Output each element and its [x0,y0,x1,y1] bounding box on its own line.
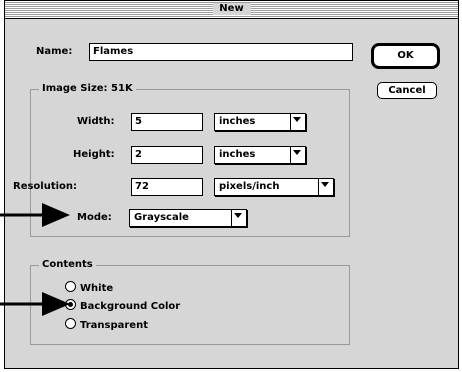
ok-button[interactable]: OK [371,43,440,69]
name-field[interactable]: Flames [89,43,353,61]
mode-callout-arrow-icon [0,203,70,227]
height-label: Height: [73,149,115,160]
chevron-down-icon [293,117,301,122]
resolution-label: Resolution: [13,181,78,192]
resolution-unit-select[interactable]: pixels/inch [214,178,334,196]
mode-value: Grayscale [134,212,189,223]
height-field[interactable]: 2 [131,146,203,164]
title-bar[interactable]: New [5,1,458,19]
mode-label: Mode: [77,212,112,223]
height-unit-select[interactable]: inches [214,146,306,164]
mode-select[interactable]: Grayscale [129,209,247,227]
height-unit-value: inches [219,149,256,160]
radio-background-color[interactable]: Background Color [65,299,180,313]
width-unit-select[interactable]: inches [214,113,306,131]
radio-background-color-label: Background Color [80,301,181,312]
width-field[interactable]: 5 [131,113,203,131]
image-size-label: Image Size: 51K [39,83,136,95]
width-label: Width: [77,116,115,127]
width-unit-value: inches [219,116,256,127]
chevron-down-icon [234,213,242,218]
radio-button-icon [65,318,76,329]
resolution-unit-value: pixels/inch [219,181,280,192]
chevron-down-icon [293,150,301,155]
cancel-button[interactable]: Cancel [377,82,437,99]
radio-transparent[interactable]: Transparent [65,318,148,332]
contents-label: Contents [39,259,96,271]
radio-white-label: White [80,283,114,294]
dialog-title: New [212,3,251,15]
chevron-down-icon [321,182,329,187]
name-label: Name: [36,46,73,57]
resolution-field[interactable]: 72 [131,178,203,196]
contents-callout-arrow-icon [0,292,70,316]
radio-transparent-label: Transparent [80,320,148,331]
